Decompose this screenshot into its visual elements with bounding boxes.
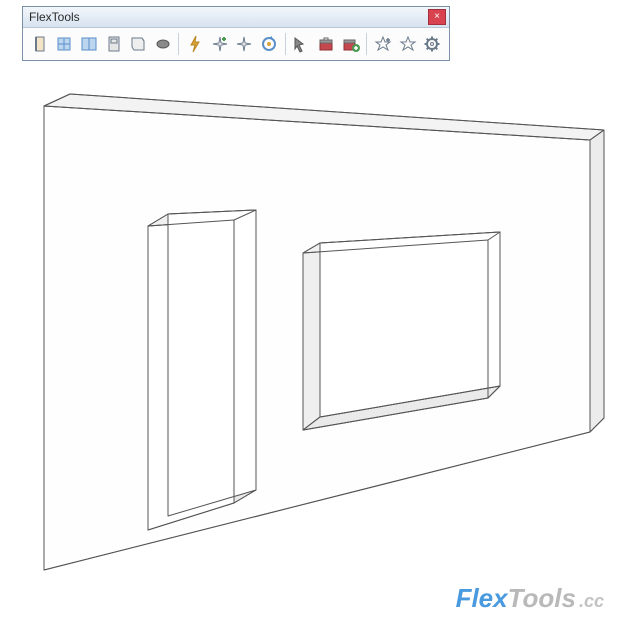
toolbar-titlebar[interactable]: FlexTools × — [23, 7, 449, 28]
sparkle-plus-button[interactable] — [209, 32, 231, 56]
toolbox-icon — [317, 35, 335, 53]
zap-icon — [186, 35, 204, 53]
star-plus-button[interactable] — [372, 32, 394, 56]
star-icon — [399, 35, 417, 53]
door-icon — [31, 35, 49, 53]
toolbar-row — [23, 28, 449, 60]
double-window-button[interactable] — [78, 32, 100, 56]
sparkle-icon — [235, 35, 253, 53]
wall-icon — [129, 35, 147, 53]
separator — [366, 33, 367, 55]
sparkle-button[interactable] — [234, 32, 256, 56]
pick-button[interactable] — [291, 32, 313, 56]
separator — [178, 33, 179, 55]
star-plus-icon — [374, 35, 392, 53]
zap-button[interactable] — [184, 32, 206, 56]
disc-button[interactable] — [152, 32, 174, 56]
separator — [285, 33, 286, 55]
toolbox-button[interactable] — [315, 32, 337, 56]
flextools-toolbar: FlexTools × — [22, 6, 450, 61]
wall-button[interactable] — [127, 32, 149, 56]
model-view — [0, 0, 620, 620]
watermark-suffix: .cc — [579, 591, 604, 611]
watermark: FlexTools.cc — [456, 583, 604, 614]
watermark-tools: Tools — [508, 583, 576, 613]
double-window-icon — [80, 35, 98, 53]
toolbox-plus-icon — [342, 35, 360, 53]
window-button[interactable] — [54, 32, 76, 56]
close-icon: × — [434, 12, 440, 22]
toolbar-title: FlexTools — [29, 10, 80, 24]
refresh-button[interactable] — [258, 32, 280, 56]
gear-icon — [423, 35, 441, 53]
sparkle-plus-icon — [211, 35, 229, 53]
panel-icon — [105, 35, 123, 53]
refresh-icon — [260, 35, 278, 53]
door-button[interactable] — [29, 32, 51, 56]
panel-button[interactable] — [103, 32, 125, 56]
disc-icon — [154, 35, 172, 53]
toolbox-plus-button[interactable] — [340, 32, 362, 56]
star-button[interactable] — [397, 32, 419, 56]
watermark-flex: Flex — [456, 583, 508, 613]
pick-icon — [292, 35, 310, 53]
close-button[interactable]: × — [428, 9, 446, 25]
gear-button[interactable] — [421, 32, 443, 56]
window-icon — [55, 35, 73, 53]
